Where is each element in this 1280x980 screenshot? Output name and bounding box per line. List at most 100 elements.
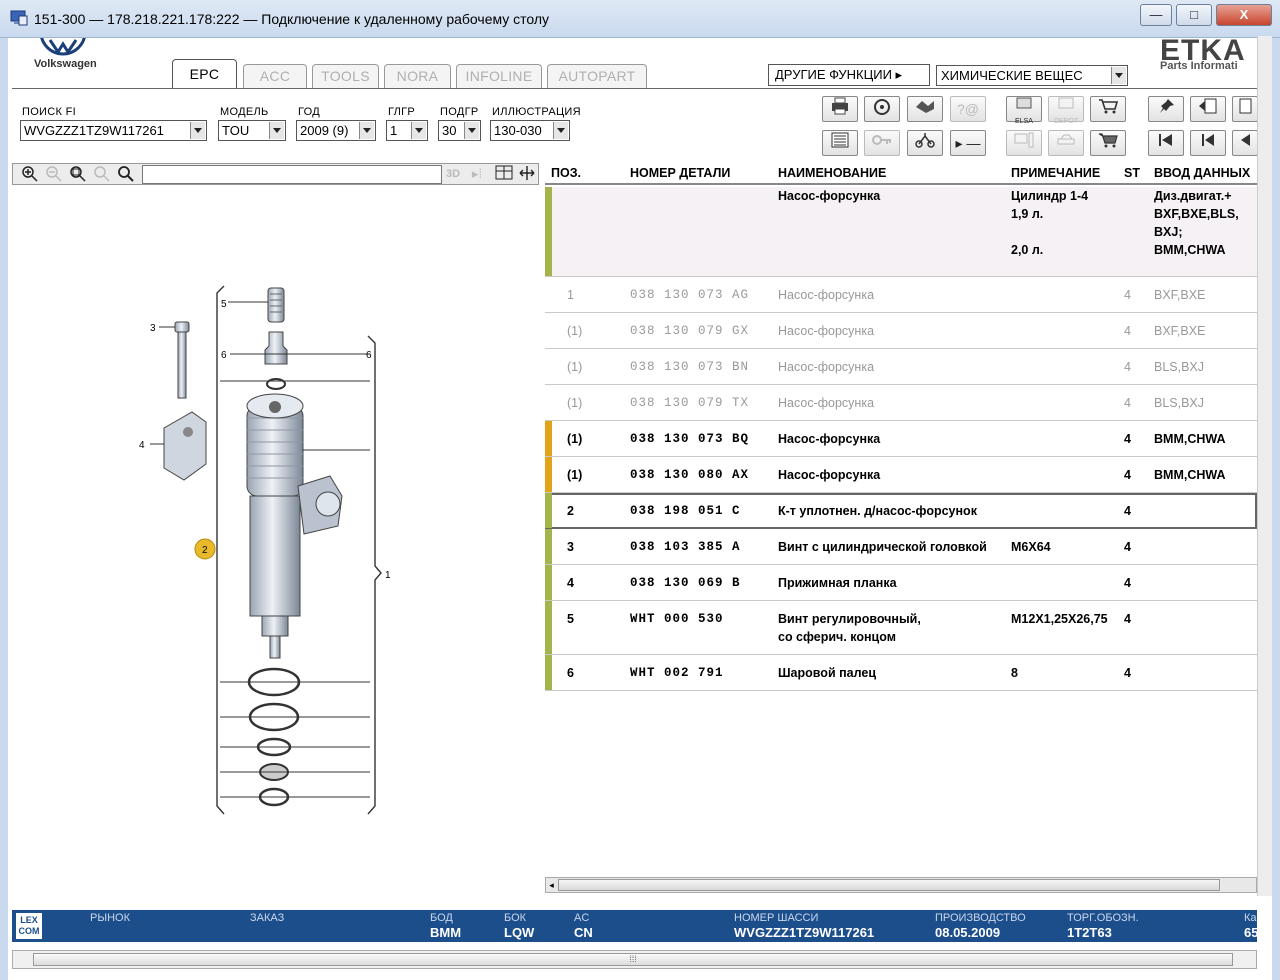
year-select[interactable]: 2009 (9) bbox=[296, 120, 376, 141]
monitor-button[interactable] bbox=[1006, 130, 1042, 156]
row-part-number[interactable]: 038 130 079 TX bbox=[630, 394, 749, 412]
previous-button[interactable] bbox=[1190, 130, 1226, 156]
table-row[interactable]: 2 038 198 051 C К-т уплотнен. д/насос-форс… bbox=[545, 493, 1257, 529]
tab-infoline[interactable]: INFOLINE bbox=[456, 64, 542, 88]
row-part-number[interactable]: 038 130 080 AX bbox=[630, 466, 749, 484]
table-row[interactable]: (1) 038 130 079 GX Насос-форсунка 4 BXF,BXE bbox=[545, 313, 1257, 349]
zoom-fit-icon[interactable] bbox=[91, 165, 113, 184]
row-part-number[interactable]: 038 130 073 BN bbox=[630, 358, 749, 376]
callout-5[interactable]: 5 bbox=[221, 299, 227, 310]
row-part-number[interactable]: 038 130 069 B bbox=[630, 574, 741, 592]
vertical-scrollbar[interactable] bbox=[1257, 36, 1272, 896]
first-button[interactable] bbox=[1148, 130, 1184, 156]
chevron-down-icon[interactable] bbox=[269, 122, 284, 139]
table-row[interactable]: 6 WHT 002 791 Шаровой палец 8 4 bbox=[545, 655, 1257, 691]
table-row[interactable]: (1) 038 130 073 BN Насос-форсунка 4 BLS,BXJ bbox=[545, 349, 1257, 385]
table-row[interactable]: (1) 038 130 079 TX Насос-форсунка 4 BLS,BXJ bbox=[545, 385, 1257, 421]
col-input[interactable]: ВВОД ДАННЫХ bbox=[1154, 166, 1250, 180]
elsa-button[interactable]: ELSA bbox=[1006, 96, 1042, 125]
chevron-down-icon[interactable] bbox=[1111, 67, 1126, 84]
row-part-number[interactable]: WHT 000 530 bbox=[630, 610, 724, 628]
fi-search-select[interactable]: WVGZZZ1TZ9W117261 bbox=[20, 120, 207, 141]
callout-4[interactable]: 4 bbox=[139, 440, 145, 451]
scroll-left-icon[interactable]: ◂ bbox=[546, 878, 557, 892]
model-select[interactable]: TOU bbox=[218, 120, 286, 141]
3d-view-icon[interactable]: 3D bbox=[442, 165, 464, 184]
col-pos[interactable]: ПОЗ. bbox=[551, 166, 581, 180]
tab-autopart[interactable]: AUTOPART bbox=[547, 64, 647, 88]
cart-button[interactable] bbox=[1090, 130, 1126, 156]
row-pos: 3 bbox=[567, 540, 574, 554]
table-row[interactable]: 4 038 130 069 B Прижимная планка 4 bbox=[545, 565, 1257, 601]
extra-value: 65 bbox=[1244, 925, 1259, 940]
col-note[interactable]: ПРИМЕЧАНИЕ bbox=[1011, 166, 1100, 180]
table-horizontal-scrollbar[interactable]: ◂ bbox=[545, 877, 1257, 893]
zoom-out-icon[interactable] bbox=[43, 165, 65, 184]
layout-icon[interactable] bbox=[493, 165, 515, 184]
table-header-row[interactable]: Насос-форсунка Цилиндр 1-4 1,9 л. 2,0 л.… bbox=[545, 187, 1257, 277]
tab-nora[interactable]: NORA bbox=[384, 64, 451, 88]
chemicals-select[interactable]: ХИМИЧЕСКИЕ ВЕЩЕС bbox=[936, 65, 1128, 86]
zoom-in-icon[interactable] bbox=[19, 165, 41, 184]
search-icon[interactable] bbox=[115, 165, 137, 184]
back-button[interactable] bbox=[1232, 130, 1258, 156]
callout-6-left[interactable]: 6 bbox=[221, 350, 227, 361]
chevron-down-icon[interactable] bbox=[553, 122, 568, 139]
table-row[interactable]: (1) 038 130 073 BQ Насос-форсунка 4 BMM,CHWA bbox=[545, 421, 1257, 457]
next-page-button[interactable] bbox=[1232, 96, 1258, 122]
row-part-number[interactable]: 038 103 385 A bbox=[630, 538, 741, 556]
cart-add-button[interactable] bbox=[1090, 96, 1126, 122]
callout-2[interactable]: 2 bbox=[202, 545, 208, 556]
zoom-area-icon[interactable] bbox=[67, 165, 89, 184]
print-button[interactable] bbox=[822, 96, 858, 122]
callout-3[interactable]: 3 bbox=[150, 323, 156, 334]
window-horizontal-scrollbar[interactable]: ⁞⁞⁞ bbox=[12, 950, 1257, 969]
prev-page-button[interactable] bbox=[1190, 96, 1226, 122]
pin-button[interactable] bbox=[1148, 96, 1184, 122]
glgr-select[interactable]: 1 bbox=[386, 120, 428, 141]
car-icon bbox=[1057, 134, 1075, 145]
podgr-select[interactable]: 30 bbox=[438, 120, 481, 141]
row-part-number[interactable]: 038 130 073 AG bbox=[630, 286, 749, 304]
callout-1[interactable]: 1 bbox=[385, 570, 391, 581]
image-search-input[interactable] bbox=[142, 165, 442, 184]
table-row[interactable]: 5 WHT 000 530 Винт регулировочный, со сфери… bbox=[545, 601, 1257, 655]
table-row[interactable]: 3 038 103 385 A Винт с цилиндрической голо… bbox=[545, 529, 1257, 565]
play-step-button[interactable]: ▸ — bbox=[950, 130, 986, 156]
depot-vehicle-button[interactable] bbox=[1048, 130, 1084, 156]
row-part-number[interactable]: 038 130 073 BQ bbox=[630, 430, 749, 448]
row-part-number[interactable]: 038 198 051 C bbox=[630, 502, 741, 520]
chevron-down-icon[interactable] bbox=[464, 122, 479, 139]
key-button[interactable] bbox=[864, 130, 900, 156]
split-view-icon[interactable]: ▸⁞ bbox=[466, 165, 488, 184]
illustration-select[interactable]: 130-030 bbox=[490, 120, 570, 141]
scroll-thumb[interactable] bbox=[558, 879, 1220, 891]
divider-move-icon[interactable] bbox=[516, 165, 538, 184]
chevron-down-icon[interactable] bbox=[359, 122, 374, 139]
list-button[interactable] bbox=[822, 130, 858, 156]
row-part-number[interactable]: 038 130 079 GX bbox=[630, 322, 749, 340]
col-name[interactable]: НАИМЕНОВАНИЕ bbox=[778, 166, 886, 180]
note-line bbox=[1011, 223, 1088, 241]
info-button[interactable]: ?@ bbox=[950, 96, 986, 122]
col-st[interactable]: ST bbox=[1124, 166, 1140, 180]
table-row[interactable]: 1 038 130 073 AG Насос-форсунка 4 BXF,BXE bbox=[545, 277, 1257, 313]
tab-acc[interactable]: ACC bbox=[243, 64, 307, 88]
row-part-number[interactable]: WHT 002 791 bbox=[630, 664, 724, 682]
close-button[interactable]: X bbox=[1216, 4, 1272, 26]
tab-tools[interactable]: TOOLS bbox=[312, 64, 379, 88]
minimize-button[interactable]: — bbox=[1140, 4, 1172, 26]
col-part-number[interactable]: НОМЕР ДЕТАЛИ bbox=[630, 166, 730, 180]
tab-epc[interactable]: EPC bbox=[172, 59, 237, 89]
maximize-button[interactable]: □ bbox=[1176, 4, 1212, 26]
other-functions-menu[interactable]: ДРУГИЕ ФУНКЦИИ ▸ bbox=[768, 64, 930, 86]
callout-6-right[interactable]: 6 bbox=[366, 350, 372, 361]
service-button[interactable] bbox=[864, 96, 900, 122]
vehicle-button[interactable] bbox=[907, 130, 943, 156]
table-row[interactable]: (1) 038 130 080 AX Насос-форсунка 4 BMM,CHWA bbox=[545, 457, 1257, 493]
chevron-down-icon[interactable] bbox=[411, 122, 426, 139]
depot-button[interactable]: DEPOT bbox=[1048, 96, 1084, 125]
window-scroll-thumb[interactable]: ⁞⁞⁞ bbox=[33, 953, 1233, 966]
chevron-down-icon[interactable] bbox=[190, 122, 205, 139]
exchange-button[interactable] bbox=[907, 96, 943, 122]
